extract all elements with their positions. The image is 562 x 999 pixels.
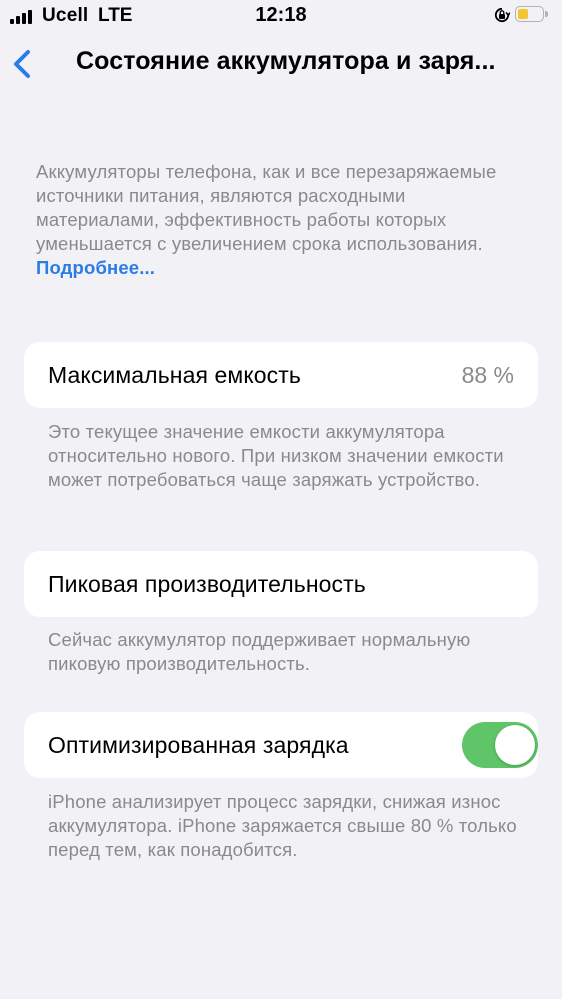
peak-performance-footnote: Сейчас аккумулятор поддерживает нормальн… (48, 629, 471, 674)
max-capacity-row: Максимальная емкость 88 % (24, 342, 538, 408)
status-time: 12:18 (255, 4, 307, 26)
optimized-charging-label: Оптимизированная зарядка (48, 732, 349, 758)
intro-text: Аккумуляторы телефона, как и все перезар… (36, 161, 497, 254)
back-button[interactable] (8, 44, 40, 84)
intro-description: Аккумуляторы телефона, как и все перезар… (36, 160, 526, 280)
learn-more-link[interactable]: Подробнее... (36, 257, 155, 278)
peak-performance-label: Пиковая производительность (48, 571, 366, 597)
toggle-knob (495, 725, 535, 765)
max-capacity-label: Максимальная емкость (48, 362, 301, 388)
battery-icon (515, 6, 551, 24)
optimized-charging-toggle[interactable] (462, 722, 538, 768)
optimized-charging-row: Оптимизированная зарядка (24, 712, 538, 778)
status-bar: Ucell LTE 12:18 (0, 0, 562, 34)
max-capacity-value: 88 % (461, 362, 514, 388)
peak-performance-row: Пиковая производительность (24, 551, 538, 617)
max-capacity-footnote: Это текущее значение емкости аккумулятор… (48, 421, 504, 490)
orientation-lock-icon (494, 7, 510, 23)
optimized-charging-footnote: iPhone анализирует процесс зарядки, сниж… (48, 791, 517, 860)
chevron-left-icon (14, 50, 30, 78)
page-title: Состояние аккумулятора и заря... (76, 47, 496, 75)
